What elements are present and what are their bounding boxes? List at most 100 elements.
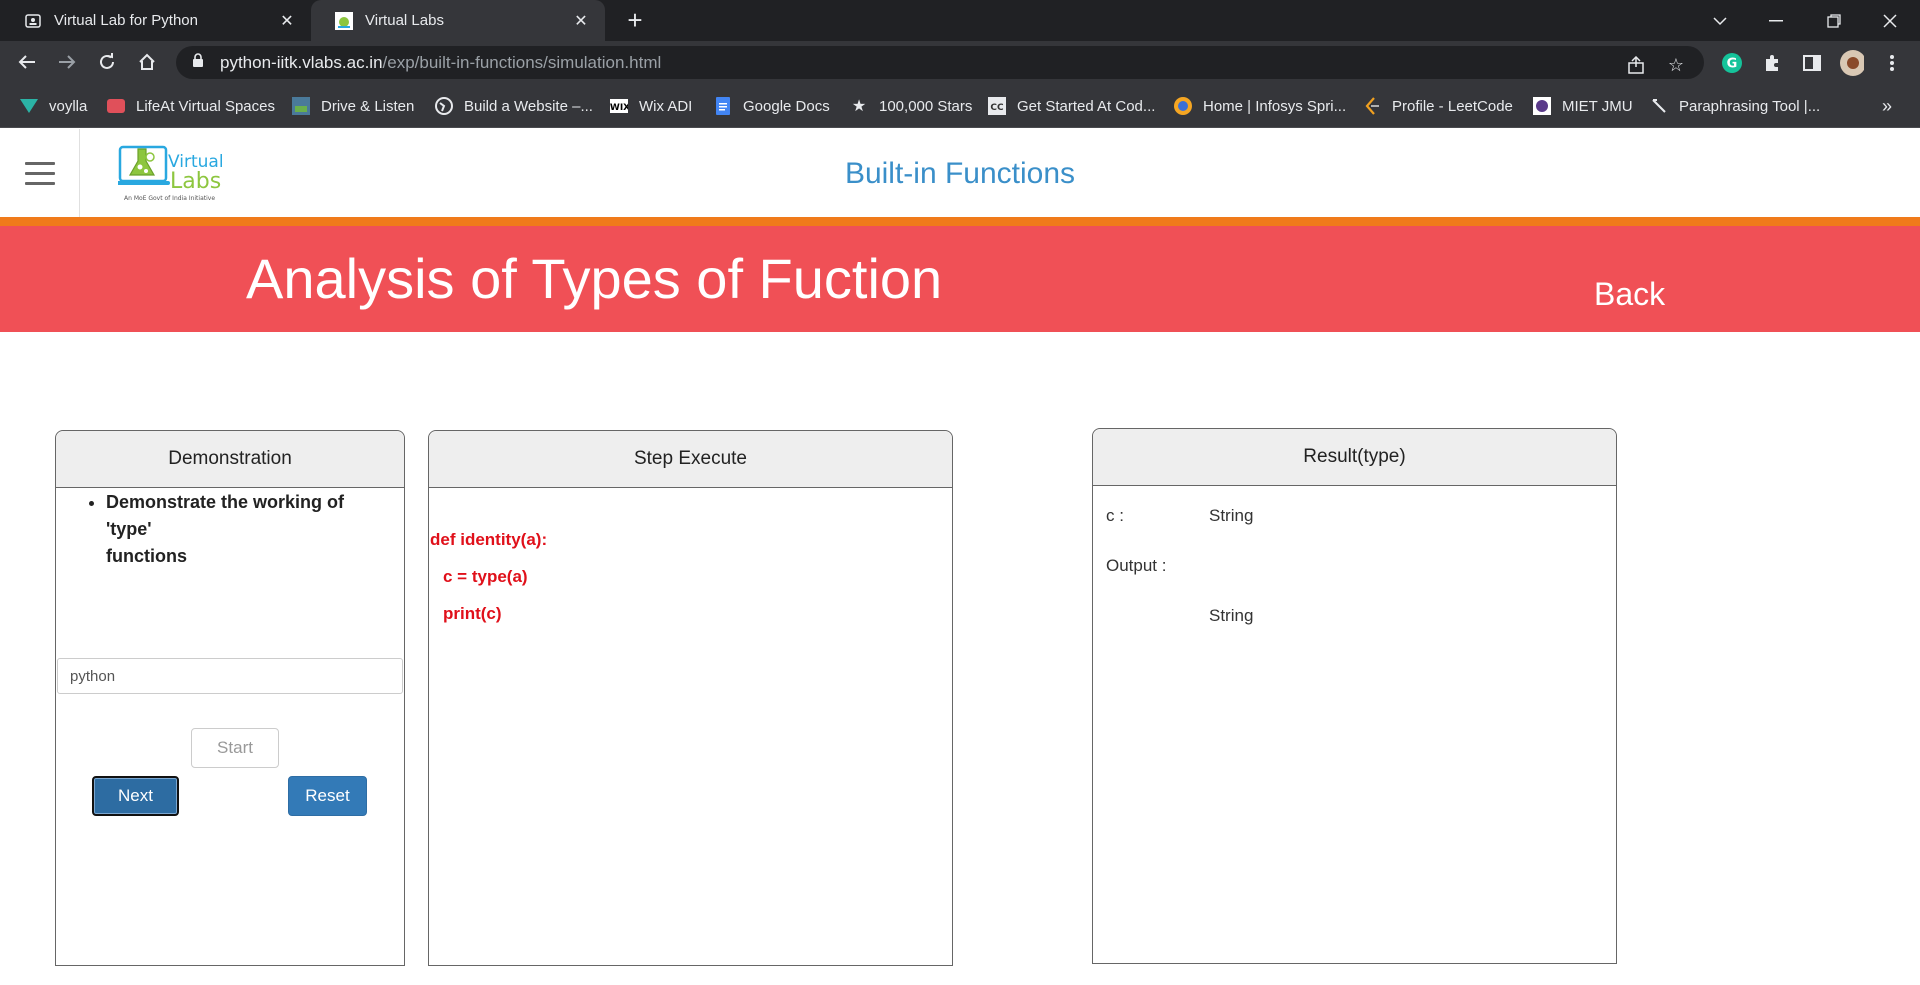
next-button[interactable]: Next <box>92 776 179 816</box>
svg-text:WIX: WIX <box>610 103 628 113</box>
banner-title: Analysis of Types of Fuction <box>246 247 943 310</box>
back-arrow-icon[interactable] <box>12 47 42 77</box>
infosys-icon <box>1174 97 1192 115</box>
bookmark-label: Wix ADI <box>639 97 693 115</box>
result-c-value: String <box>1209 506 1254 525</box>
bookmark-100000-stars[interactable]: ★ 100,000 Stars <box>850 95 973 117</box>
quill-icon <box>1650 97 1668 115</box>
bookmark-star-icon[interactable]: ☆ <box>1664 53 1688 77</box>
bookmark-voylla[interactable]: voylla <box>20 95 87 117</box>
code-block: def identity(a): c = type(a) print(c) <box>430 521 547 632</box>
bookmark-google-docs[interactable]: Google Docs <box>714 95 830 117</box>
wix-icon: WIX <box>610 97 628 115</box>
instruction-line: functions <box>106 546 187 566</box>
new-tab-plus-icon[interactable]: + <box>620 6 650 36</box>
url-path: /exp/built-in-functions/simulation.html <box>382 52 662 72</box>
restore-icon[interactable] <box>1806 0 1862 41</box>
bookmark-wix-adi[interactable]: WIX Wix ADI <box>610 95 692 117</box>
url-host: python-iitk.vlabs.ac.in <box>220 52 383 72</box>
bookmark-drive-listen[interactable]: Drive & Listen <box>292 95 414 117</box>
bookmark-paraphrasing-tool[interactable]: Paraphrasing Tool |... <box>1650 95 1820 117</box>
bookmark-label: Home | Infosys Spri... <box>1203 97 1347 115</box>
bookmark-label: MIET JMU <box>1562 97 1633 115</box>
site-header: Virtual Labs An MoE Govt of India Initia… <box>0 129 1920 217</box>
tab-virtual-lab-for-python[interactable]: Virtual Lab for Python ✕ <box>0 0 311 41</box>
code-line: c = type(a) <box>443 567 528 586</box>
more-bookmarks-chevron-icon[interactable]: » <box>1882 95 1892 117</box>
result-output-value: String <box>1209 606 1254 625</box>
bookmark-label: voylla <box>49 97 88 115</box>
reload-icon[interactable] <box>92 47 122 77</box>
side-panel-icon[interactable] <box>1800 51 1824 75</box>
bookmark-label: Paraphrasing Tool |... <box>1679 97 1821 115</box>
result-panel-header: Result(type) <box>1093 429 1616 486</box>
google-docs-icon <box>714 97 732 115</box>
start-button[interactable]: Start <box>191 728 279 768</box>
virtual-labs-favicon-icon <box>335 11 353 30</box>
bookmark-label: Get Started At Cod... <box>1017 97 1156 115</box>
extensions-puzzle-icon[interactable] <box>1760 51 1784 75</box>
miet-icon <box>1533 97 1551 115</box>
result-panel: Result(type) c : String Output : String <box>1092 428 1617 964</box>
back-link[interactable]: Back <box>1594 276 1665 313</box>
voylla-icon <box>20 97 38 115</box>
bookmark-label: Google Docs <box>743 97 830 115</box>
minimize-icon[interactable] <box>1748 0 1804 41</box>
svg-text:CC: CC <box>990 103 1004 113</box>
grammarly-icon[interactable]: G <box>1720 51 1744 75</box>
bookmark-label: Build a Website –... <box>464 97 593 115</box>
code-line: def identity(a): <box>430 530 548 549</box>
address-bar[interactable]: python-iitk.vlabs.ac.in/exp/built-in-fun… <box>176 46 1704 79</box>
tab-title: Virtual Lab for Python <box>54 12 198 29</box>
star-icon: ★ <box>851 98 867 115</box>
demonstration-panel: Demonstration Demonstrate the working of… <box>55 430 405 966</box>
tab-search-chevron-icon[interactable] <box>1692 0 1748 41</box>
svg-text:An MoE Govt of India Initiativ: An MoE Govt of India Initiative <box>124 195 215 202</box>
lifeat-icon <box>107 97 125 115</box>
home-icon[interactable] <box>132 47 162 77</box>
close-icon[interactable]: ✕ <box>571 11 591 31</box>
result-c-label: c : <box>1106 506 1124 525</box>
bookmark-label: LifeAt Virtual Spaces <box>136 97 275 115</box>
demonstration-panel-header: Demonstration <box>56 431 404 488</box>
input-value-field[interactable] <box>57 658 403 694</box>
svg-text:G: G <box>1727 57 1738 72</box>
code-line: print(c) <box>443 604 502 623</box>
step-execute-panel-header: Step Execute <box>429 431 952 488</box>
bookmark-label: Drive & Listen <box>321 97 415 115</box>
instruction-line: 'type' <box>106 519 152 539</box>
bookmark-codecademy[interactable]: CC Get Started At Cod... <box>988 95 1155 117</box>
browser-tab-bar: Virtual Lab for Python ✕ Virtual Labs ✕ … <box>0 0 1920 41</box>
bookmark-label: Profile - LeetCode <box>1392 97 1513 115</box>
bookmark-infosys[interactable]: Home | Infosys Spri... <box>1174 95 1346 117</box>
lock-icon[interactable] <box>192 53 204 72</box>
bookmark-lifeat[interactable]: LifeAt Virtual Spaces <box>107 95 275 117</box>
bookmark-build-website[interactable]: Build a Website –... <box>435 95 593 117</box>
bookmark-leetcode[interactable]: Profile - LeetCode <box>1363 95 1513 117</box>
globe-icon <box>435 97 453 115</box>
instruction-line: Demonstrate the working of <box>106 492 345 512</box>
reset-button[interactable]: Reset <box>288 776 367 816</box>
browser-menu-icon[interactable] <box>1880 51 1904 75</box>
share-icon[interactable] <box>1624 53 1648 77</box>
demonstration-instruction-item: Demonstrate the working of 'type' functi… <box>106 489 396 570</box>
bookmarks-bar: voylla LifeAt Virtual Spaces Drive & Lis… <box>0 83 1920 128</box>
codecademy-icon: CC <box>988 97 1006 115</box>
bookmark-label: 100,000 Stars <box>879 97 973 115</box>
demonstration-instructions: Demonstrate the working of 'type' functi… <box>106 489 396 570</box>
drive-listen-icon <box>292 97 310 115</box>
page-title: Built-in Functions <box>844 157 1076 190</box>
close-window-icon[interactable] <box>1862 0 1918 41</box>
forward-arrow-icon[interactable] <box>52 47 82 77</box>
close-icon[interactable]: ✕ <box>277 11 297 31</box>
page-favicon-icon <box>24 12 42 30</box>
result-output-label: Output : <box>1106 556 1167 575</box>
profile-avatar[interactable] <box>1840 50 1864 76</box>
bookmark-miet-jmu[interactable]: MIET JMU <box>1533 95 1633 117</box>
leetcode-icon <box>1363 97 1381 115</box>
browser-toolbar: python-iitk.vlabs.ac.in/exp/built-in-fun… <box>0 41 1920 83</box>
accent-divider <box>0 217 1920 226</box>
experiment-banner: Analysis of Types of Fuction Back <box>0 226 1920 332</box>
tab-virtual-labs[interactable]: Virtual Labs ✕ <box>311 0 605 41</box>
step-execute-panel: Step Execute def identity(a): c = type(a… <box>428 430 953 966</box>
